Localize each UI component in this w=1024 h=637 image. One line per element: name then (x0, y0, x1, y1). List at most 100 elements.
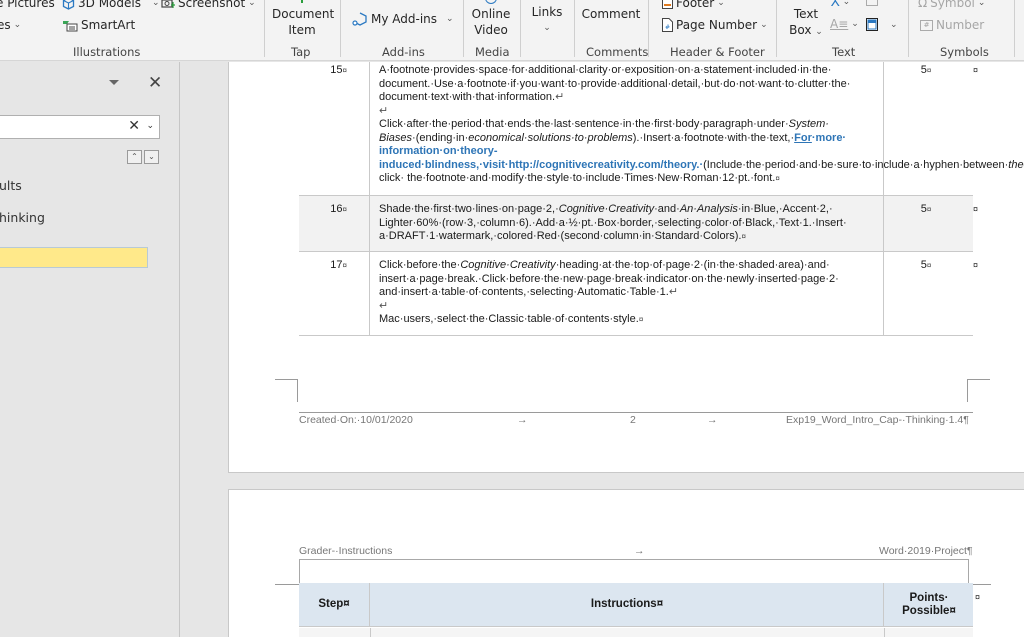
step-cell: 15¤ (299, 62, 370, 195)
symbols-group-label: Symbols (940, 45, 989, 59)
footer-separator (299, 412, 973, 413)
line-break-mark: ↵ (379, 104, 389, 117)
chevron-down-icon: ⌄ (151, 0, 160, 8)
object-button[interactable]: ⌄ (866, 18, 898, 32)
3d-models-button[interactable]: 3D Models ⌄ (62, 0, 160, 10)
quick-parts-button[interactable]: ⅄ ⌄ (831, 0, 850, 10)
smartart-icon (62, 19, 78, 32)
online-video-button[interactable]: Online Video (468, 0, 514, 38)
camera-icon (161, 0, 175, 9)
word-window: e Pictures 3D Models ⌄ Screenshot ⌄ es ⌄… (0, 0, 1024, 637)
navigation-search-input[interactable]: ✕ ⌄ (0, 115, 160, 139)
header-box (299, 559, 969, 585)
date-time-button[interactable] (866, 0, 878, 6)
online-video-label-line2: Video (474, 23, 508, 37)
next-result-button[interactable]: ⌄ (144, 150, 159, 164)
document-item-button[interactable]: Document Item (272, 0, 335, 38)
footer-tab-mark: → (707, 414, 718, 426)
text-box-label-line2: Box ⌄ (789, 23, 823, 37)
nav-heading-item[interactable]: hinking (0, 210, 45, 225)
pane-options-icon[interactable] (109, 80, 119, 85)
my-addins-button[interactable]: My Add-ins ⌄ (352, 12, 454, 26)
clear-search-icon[interactable]: ✕ (128, 118, 140, 134)
nav-heading-item-selected[interactable] (0, 247, 148, 268)
document-area: 15¤ A·footnote·provides·space·for·additi… (181, 62, 1024, 637)
screenshot-label: Screenshot (178, 0, 246, 10)
online-video-label-line1: Online (471, 7, 511, 21)
page-number-label: Page Number (676, 18, 758, 32)
chevron-down-icon[interactable]: ⌄ (146, 120, 154, 131)
table-header-row: Step¤ Instructions¤ Points· Possible¤ ¤ (299, 583, 980, 627)
group-separator (574, 0, 575, 57)
drop-cap-button[interactable]: A≡ ⌄ (830, 17, 859, 31)
points-cell: 5¤ (920, 259, 932, 271)
page-number-button[interactable]: # Page Number ⌄ (662, 18, 768, 32)
addins-icon (352, 12, 368, 26)
step-number: 15 (330, 64, 343, 76)
footer-button[interactable]: Footer ⌄ (662, 0, 725, 10)
smartart-label: SmartArt (81, 18, 136, 32)
footer-created-on: Created·On:·10/01/2020 (299, 414, 413, 426)
instructions-cell[interactable]: Click·before·the·Cognitive·Creativity·he… (371, 252, 884, 335)
quick-parts-icon: ⅄ (831, 0, 840, 10)
shapes-button[interactable]: es ⌄ (0, 18, 21, 32)
document-page: Grader-·Instructions → Word·2019·Project… (228, 489, 1024, 637)
points-column-header: Points· Possible¤ (902, 591, 956, 617)
screenshot-button[interactable]: Screenshot ⌄ (161, 0, 256, 10)
crop-mark (275, 584, 299, 585)
online-pictures-label: e Pictures (0, 0, 55, 10)
my-addins-label: My Add-ins (371, 12, 438, 26)
table-row (299, 628, 973, 637)
smartart-button[interactable]: SmartArt (62, 18, 135, 32)
row-end-mark: ¤ (973, 204, 979, 214)
group-separator (463, 0, 464, 57)
chevron-down-icon: ⌄ (851, 19, 859, 29)
group-separator (520, 0, 521, 57)
footer-label: Footer (676, 0, 715, 10)
number-button[interactable]: # Number (920, 18, 984, 32)
footer-icon (662, 0, 673, 9)
chevron-down-icon: ⌄ (977, 0, 986, 8)
footer-tab-mark: → (517, 414, 528, 426)
group-separator (264, 0, 265, 57)
footer-page-number: 2 (630, 414, 636, 426)
table-row: 16¤ Shade·the·first·two·lines·on·page·2,… (299, 196, 978, 252)
crop-mark (967, 379, 990, 402)
points-cell: 5¤ (920, 64, 932, 76)
instruction-paragraph: A·footnote·provides·space·for·additional… (379, 64, 851, 103)
points-cell: 5¤ (920, 203, 932, 215)
nav-heading-item[interactable]: ults (0, 178, 22, 193)
chevron-down-icon: ⌄ (842, 0, 851, 7)
header-footer-group-label: Header & Footer (670, 45, 765, 59)
instructions-column-header: Instructions¤ (371, 583, 884, 626)
step-cell: 16¤ (299, 196, 370, 251)
links-button[interactable]: Links ⌄ (526, 4, 568, 36)
instructions-cell[interactable]: A·footnote·provides·space·for·additional… (371, 62, 1024, 195)
group-separator (1014, 0, 1015, 57)
tap-group-label: Tap (291, 45, 311, 59)
drop-cap-icon: A≡ (830, 17, 849, 31)
comment-label: Comment (581, 7, 641, 21)
instructions-cell[interactable]: Shade·the·first·two·lines·on·page·2,·Cog… (371, 196, 884, 251)
document-page: 15¤ A·footnote·provides·space·for·additi… (228, 62, 1024, 473)
step-column-header: Step¤ (299, 583, 370, 626)
group-separator (908, 0, 909, 57)
step-number: 17 (330, 259, 343, 271)
online-pictures-button[interactable]: e Pictures (0, 0, 55, 10)
group-separator (776, 0, 777, 57)
previous-result-button[interactable]: ⌃ (127, 150, 142, 164)
symbol-button[interactable]: Ω Symbol ⌄ (918, 0, 985, 10)
chevron-down-icon: ⌄ (248, 0, 256, 8)
row-end-mark: ¤ (973, 65, 979, 75)
page-number-icon: # (662, 18, 673, 32)
group-separator (340, 0, 341, 57)
addins-group-label: Add-ins (382, 45, 425, 59)
close-pane-button[interactable]: ✕ (148, 73, 162, 93)
chevron-down-icon: ⌄ (446, 14, 454, 24)
line-break-mark: ↵ (379, 299, 389, 312)
document-item-label-line1: Document (272, 7, 335, 21)
text-group-label: Text (832, 45, 856, 59)
comment-button[interactable]: Comment (580, 6, 642, 22)
header-left-text: Grader-·Instructions (299, 545, 393, 557)
text-box-button[interactable]: Text Box ⌄ (788, 6, 824, 40)
